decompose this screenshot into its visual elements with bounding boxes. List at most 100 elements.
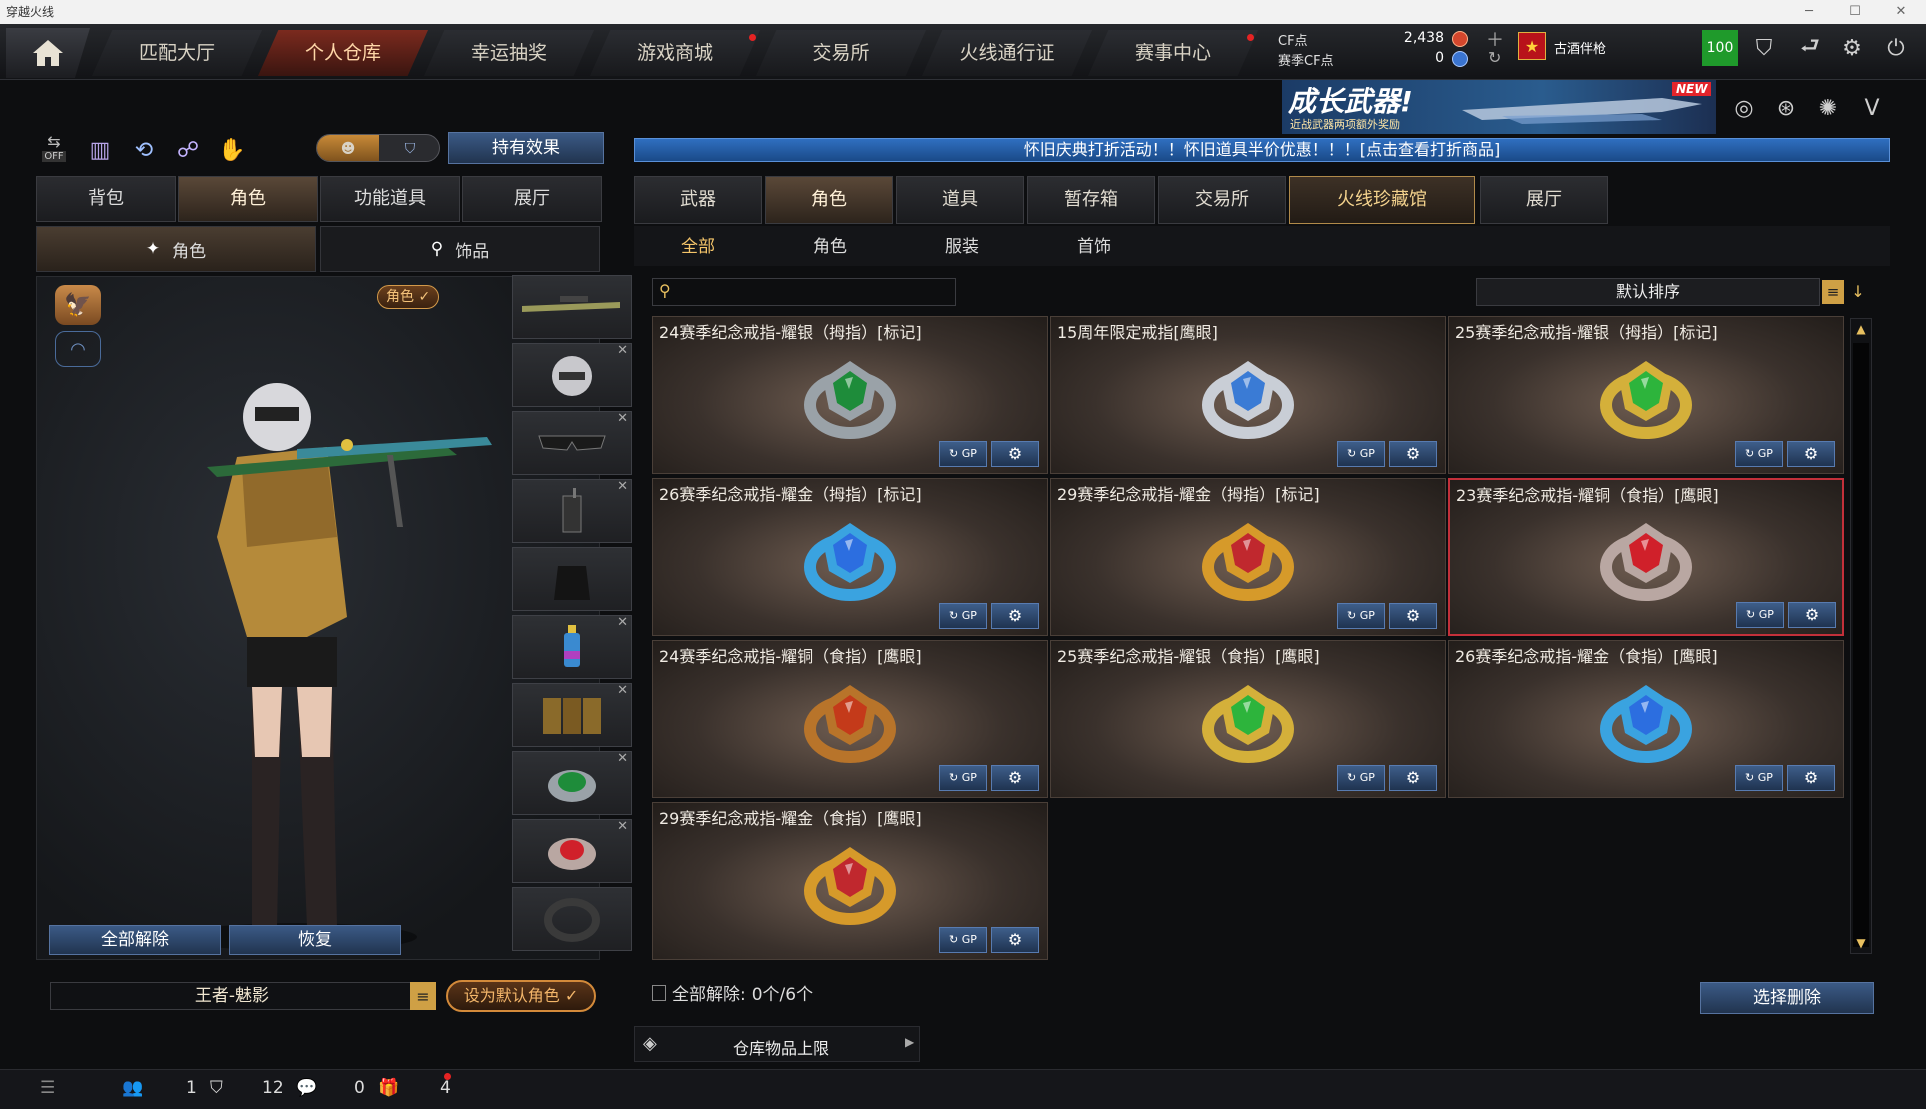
convert-gp-button[interactable]: ↻ GP: [939, 441, 987, 467]
item-card[interactable]: 25赛季纪念戒指-耀银（食指）[鹰眼] ↻ GP ⚙: [1050, 640, 1446, 798]
remove-slot-icon[interactable]: ✕: [617, 819, 628, 834]
event-icon-4[interactable]: Ⅴ: [1852, 88, 1892, 128]
slot-helmet[interactable]: ✕: [512, 343, 632, 407]
tab-roles[interactable]: 角色: [765, 176, 893, 224]
nav-tab-warehouse[interactable]: 个人仓库: [258, 30, 428, 76]
maximize-button[interactable]: ☐: [1832, 0, 1878, 24]
settings-gear-icon[interactable]: ⚙: [1832, 28, 1872, 68]
scroll-down-icon[interactable]: ▼: [1851, 933, 1871, 953]
item-settings-gear-icon[interactable]: ⚙: [1787, 765, 1835, 791]
home-button[interactable]: [6, 28, 90, 78]
item-settings-gear-icon[interactable]: ⚙: [1389, 603, 1437, 629]
sort-direction-icon[interactable]: ↓: [1848, 280, 1868, 304]
remove-slot-icon[interactable]: ✕: [617, 683, 628, 698]
set-default-role-button[interactable]: 设为默认角色 ✓: [446, 980, 596, 1012]
nav-tab-lobby[interactable]: 匹配大厅: [92, 30, 262, 76]
convert-gp-button[interactable]: ↻ GP: [1337, 441, 1385, 467]
item-settings-gear-icon[interactable]: ⚙: [991, 927, 1039, 953]
item-card[interactable]: 26赛季纪念戒指-耀金（拇指）[标记] ↻ GP ⚙: [652, 478, 1048, 636]
tab-collection[interactable]: 火线珍藏馆: [1289, 176, 1475, 224]
sort-dropdown[interactable]: 默认排序: [1476, 278, 1820, 306]
role-name-field[interactable]: 王者-魅影: [50, 982, 414, 1010]
gesture-icon[interactable]: ✋: [212, 130, 252, 170]
convert-gp-button[interactable]: ↻ GP: [1736, 602, 1784, 628]
remove-slot-icon[interactable]: ✕: [617, 343, 628, 358]
expand-arrow-icon[interactable]: ▶: [905, 1035, 914, 1049]
item-card[interactable]: 25赛季纪念戒指-耀银（拇指）[标记] ↻ GP ⚙: [1448, 316, 1844, 474]
eagle-emblem-icon[interactable]: 🦅: [55, 285, 101, 325]
slot-weapon[interactable]: [512, 275, 632, 339]
remove-slot-icon[interactable]: ✕: [617, 615, 628, 630]
remove-slot-icon[interactable]: ✕: [617, 479, 628, 494]
slot-radio[interactable]: ✕: [512, 479, 632, 543]
item-settings-gear-icon[interactable]: ⚙: [991, 603, 1039, 629]
subtab-role[interactable]: 角色: [764, 232, 896, 262]
item-settings-gear-icon[interactable]: ⚙: [991, 765, 1039, 791]
badge-view-icon[interactable]: ⛉: [379, 135, 439, 161]
tab-backpack[interactable]: 背包: [36, 176, 176, 222]
effects-button[interactable]: 持有效果: [448, 132, 604, 164]
item-settings-gear-icon[interactable]: ⚙: [1787, 441, 1835, 467]
nav-tab-shop[interactable]: 游戏商城: [590, 30, 760, 76]
discount-notice[interactable]: 怀旧庆典打折活动！！怀旧道具半价优惠！！！[点击查看打折商品]: [634, 138, 1890, 162]
tab-weapons[interactable]: 武器: [634, 176, 762, 224]
sort-list-icon[interactable]: ≡: [1822, 280, 1844, 304]
nav-tab-lottery[interactable]: 幸运抽奖: [424, 30, 594, 76]
restore-button[interactable]: 恢复: [229, 925, 401, 955]
item-settings-gear-icon[interactable]: ⚙: [991, 441, 1039, 467]
tab-showroom[interactable]: 展厅: [462, 176, 602, 222]
nav-tab-pass[interactable]: 火线通行证: [922, 30, 1092, 76]
item-settings-gear-icon[interactable]: ⚙: [1788, 602, 1836, 628]
slot-glasses[interactable]: ✕: [512, 411, 632, 475]
item-card[interactable]: 29赛季纪念戒指-耀金（拇指）[标记] ↻ GP ⚙: [1050, 478, 1446, 636]
close-window-button[interactable]: ✕: [1878, 0, 1924, 24]
storage-limit-bar[interactable]: ◈ 仓库物品上限 ▶: [634, 1026, 920, 1062]
item-card[interactable]: 23赛季纪念戒指-耀铜（食指）[鹰眼] ↻ GP ⚙: [1448, 478, 1844, 636]
select-delete-button[interactable]: 选择删除: [1700, 982, 1874, 1014]
item-settings-gear-icon[interactable]: ⚙: [1389, 441, 1437, 467]
convert-gp-button[interactable]: ↻ GP: [1337, 603, 1385, 629]
chat-bubble-icon[interactable]: 💬: [296, 1078, 317, 1098]
rotate-icon[interactable]: ⟲: [124, 130, 164, 170]
item-settings-gear-icon[interactable]: ⚙: [1389, 765, 1437, 791]
scrollbar-track[interactable]: [1853, 343, 1869, 947]
role-list-icon[interactable]: ≡: [410, 982, 436, 1010]
nav-tab-exchange[interactable]: 交易所: [756, 30, 926, 76]
character-view-icon[interactable]: ☻: [317, 135, 379, 161]
event-icon-2[interactable]: ⊛: [1766, 88, 1806, 128]
tab-showroom-right[interactable]: 展厅: [1480, 176, 1608, 224]
item-card[interactable]: 24赛季纪念戒指-耀铜（食指）[鹰眼] ↻ GP ⚙: [652, 640, 1048, 798]
scrollbar[interactable]: ▲ ▼: [1850, 318, 1872, 954]
convert-gp-button[interactable]: ↻ GP: [1735, 441, 1783, 467]
convert-gp-button[interactable]: ↻ GP: [1735, 765, 1783, 791]
tab-function-items[interactable]: 功能道具: [320, 176, 460, 222]
slot-ammo-pouch[interactable]: ✕: [512, 683, 632, 747]
convert-gp-button[interactable]: ↻ GP: [939, 927, 987, 953]
item-card[interactable]: 24赛季纪念戒指-耀银（拇指）[标记] ↻ GP ⚙: [652, 316, 1048, 474]
remove-slot-icon[interactable]: ✕: [617, 411, 628, 426]
event-icon-3[interactable]: ✺: [1808, 88, 1848, 128]
minimize-button[interactable]: ─: [1786, 0, 1832, 24]
mask-emblem-icon[interactable]: ◠: [55, 331, 101, 367]
slot-ring-empty[interactable]: [512, 887, 632, 951]
view-toggle[interactable]: ☻ ⛉: [316, 134, 440, 162]
remove-slot-icon[interactable]: ✕: [617, 751, 628, 766]
event-icon-1[interactable]: ◎: [1724, 88, 1764, 128]
promo-banner[interactable]: 成长武器! 近战武器两项额外奖励 NEW: [1282, 80, 1716, 134]
username[interactable]: 古酒伴枪: [1554, 38, 1606, 57]
subtab-clothing[interactable]: 服装: [896, 232, 1028, 262]
gift-icon[interactable]: 🎁: [378, 1078, 399, 1098]
subtab-all[interactable]: 全部: [632, 232, 764, 262]
pose-icon[interactable]: ☍: [168, 130, 208, 170]
convert-gp-button[interactable]: ↻ GP: [1337, 765, 1385, 791]
slot-backpack[interactable]: [512, 547, 632, 611]
tab-temp-storage[interactable]: 暂存箱: [1027, 176, 1155, 224]
friends-icon[interactable]: 👥: [122, 1078, 143, 1098]
item-card[interactable]: 29赛季纪念戒指-耀金（食指）[鹰眼] ↻ GP ⚙: [652, 802, 1048, 960]
slot-ring-index[interactable]: ✕: [512, 819, 632, 883]
subtab-character[interactable]: ✦ 角色: [36, 226, 316, 272]
search-input[interactable]: ⚲: [652, 278, 956, 306]
tab-character[interactable]: 角色: [178, 176, 318, 222]
checkbox-icon[interactable]: [652, 984, 666, 1001]
convert-gp-button[interactable]: ↻ GP: [939, 765, 987, 791]
